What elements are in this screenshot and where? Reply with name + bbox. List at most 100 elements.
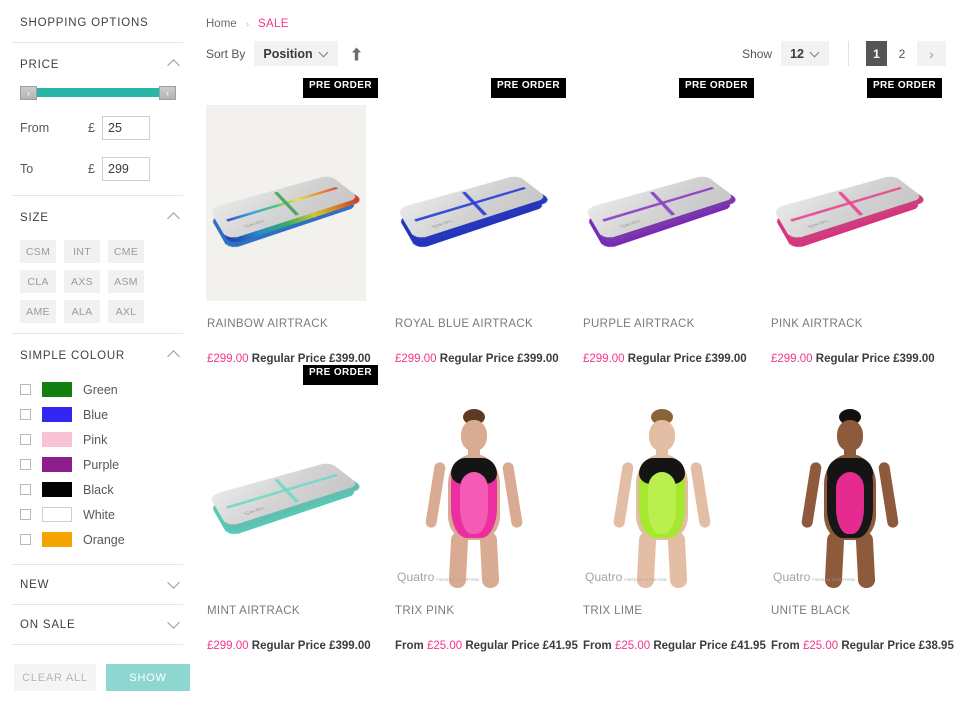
product-card[interactable]: PRE ORDER Quatro ROYAL BLUE AIRTRACK £299.0…	[394, 78, 582, 365]
product-card[interactable]: PRE ORDER Quatro PINK AIRTRACK £299.00 Regu…	[770, 78, 958, 365]
leotard-part	[837, 420, 863, 451]
colour-filter-row[interactable]: Green	[20, 377, 183, 402]
divider	[848, 41, 849, 66]
sale-price: £299.00	[771, 353, 813, 365]
product-name[interactable]: PURPLE AIRTRACK	[583, 318, 770, 330]
price-from-row: From £	[20, 116, 181, 140]
regular-price: Regular Price £41.95	[650, 640, 766, 652]
filter-section-on-sale-header[interactable]: ON SALE	[0, 605, 195, 644]
product-price: £299.00 Regular Price £399.00	[207, 640, 394, 652]
sale-price: £25.00	[802, 640, 839, 652]
colour-checkbox[interactable]	[20, 509, 31, 520]
colour-checkbox[interactable]	[20, 484, 31, 495]
colour-label: Orange	[83, 532, 125, 547]
product-image[interactable]: Quatro FREEDOM TO PERFORM	[394, 392, 554, 589]
product-image[interactable]: Quatro	[206, 392, 366, 588]
sidebar-title: SHOPPING OPTIONS	[20, 17, 149, 29]
product-name[interactable]: TRIX LIME	[583, 605, 770, 617]
sort-direction-button[interactable]	[351, 47, 362, 61]
badge-row: PRE ORDER	[206, 78, 394, 98]
show-per-page-select[interactable]: 12	[781, 41, 829, 66]
leotard-part	[501, 461, 524, 529]
breadcrumb-home-link[interactable]: Home	[206, 18, 237, 30]
price-from-input[interactable]	[102, 116, 150, 140]
product-price: £299.00 Regular Price £399.00	[395, 353, 582, 365]
product-card[interactable]: Quatro FREEDOM TO PERFORM TRIX PINK From £2…	[394, 365, 582, 652]
quatro-watermark: Quatro FREEDOM TO PERFORM	[773, 570, 855, 584]
product-card[interactable]: PRE ORDER Quatro MINT AIRTRACK £299.00 Regu…	[206, 365, 394, 652]
product-name[interactable]: UNITE BLACK	[771, 605, 958, 617]
filter-section-colour-header[interactable]: SIMPLE COLOUR	[0, 334, 195, 376]
size-swatch[interactable]: CLA	[20, 270, 56, 293]
regular-price: Regular Price £41.95	[462, 640, 578, 652]
size-swatch[interactable]: ALA	[64, 300, 100, 323]
price-range-slider[interactable]: › ‹	[20, 86, 176, 100]
product-card[interactable]: PRE ORDER Quatro PURPLE AIRTRACK £299.00 Re…	[582, 78, 770, 365]
product-image[interactable]: Quatro	[206, 105, 366, 301]
colour-filter-row[interactable]: Orange	[20, 527, 183, 552]
next-page-button[interactable]: ›	[917, 41, 946, 66]
badge-row: PRE ORDER	[582, 78, 770, 98]
product-card[interactable]: PRE ORDER Quatro RAINBOW AIRTRACK £299.00 R…	[206, 78, 394, 365]
price-slider-handle-right[interactable]: ‹	[159, 86, 176, 100]
product-name[interactable]: PINK AIRTRACK	[771, 318, 958, 330]
clear-all-button[interactable]: CLEAR ALL	[14, 664, 96, 691]
product-price: £299.00 Regular Price £399.00	[771, 353, 958, 365]
airtrack-illustration: Quatro	[394, 105, 554, 301]
colour-checkbox[interactable]	[20, 459, 31, 470]
leotard-part	[648, 472, 676, 534]
regular-price: Regular Price £399.00	[624, 353, 747, 365]
leotard-photo: Quatro FREEDOM TO PERFORM	[770, 392, 930, 589]
colour-filter-row[interactable]: Blue	[20, 402, 183, 427]
product-name[interactable]: RAINBOW AIRTRACK	[207, 318, 394, 330]
size-swatch[interactable]: AXS	[64, 270, 100, 293]
size-swatch[interactable]: INT	[64, 240, 100, 263]
size-swatch[interactable]: CSM	[20, 240, 56, 263]
colour-filter-row[interactable]: Purple	[20, 452, 183, 477]
product-name[interactable]: TRIX PINK	[395, 605, 582, 617]
shopping-options-sidebar: SHOPPING OPTIONS PRICE › ‹ From £ To £	[0, 0, 195, 710]
quatro-watermark: Quatro FREEDOM TO PERFORM	[397, 570, 479, 584]
colour-checkbox[interactable]	[20, 434, 31, 445]
leotard-part	[649, 420, 675, 451]
colour-filter-row[interactable]: Black	[20, 477, 183, 502]
chevron-up-icon	[168, 349, 181, 362]
product-image[interactable]: Quatro	[770, 105, 930, 301]
filter-section-new-header[interactable]: NEW	[0, 565, 195, 604]
size-swatch[interactable]: ASM	[108, 270, 144, 293]
filter-section-price-header[interactable]: PRICE	[0, 43, 195, 85]
product-card[interactable]: Quatro FREEDOM TO PERFORM TRIX LIME From £2…	[582, 365, 770, 652]
product-image[interactable]: Quatro FREEDOM TO PERFORM	[582, 392, 742, 589]
breadcrumb-separator-icon: ›	[245, 18, 250, 30]
sort-by-select[interactable]: Position	[254, 41, 338, 66]
filter-section-size-header[interactable]: SIZE	[0, 196, 195, 238]
product-name[interactable]: MINT AIRTRACK	[207, 605, 394, 617]
colour-checkbox[interactable]	[20, 409, 31, 420]
product-image[interactable]: Quatro FREEDOM TO PERFORM	[770, 392, 930, 589]
colour-filter-row[interactable]: White	[20, 502, 183, 527]
size-swatch[interactable]: AXL	[108, 300, 144, 323]
page-2-button[interactable]: 2	[892, 41, 912, 66]
colour-label: Pink	[83, 432, 108, 447]
colour-checkbox[interactable]	[20, 384, 31, 395]
show-results-button[interactable]: SHOW	[106, 664, 190, 691]
product-grid: PRE ORDER Quatro RAINBOW AIRTRACK £299.00 R…	[195, 66, 960, 652]
price-to-label: To	[20, 162, 34, 176]
colour-filter-row[interactable]: Pink	[20, 427, 183, 452]
leotard-part	[460, 472, 488, 534]
product-card[interactable]: Quatro FREEDOM TO PERFORM UNITE BLACK From …	[770, 365, 958, 652]
size-swatch[interactable]: CME	[108, 240, 144, 263]
price-slider-handle-left[interactable]: ›	[20, 86, 37, 100]
filter-section-new-label: NEW	[20, 578, 50, 591]
colour-checkbox[interactable]	[20, 534, 31, 545]
listing-toolbar: Sort By Position Show 12 1 2 ›	[195, 30, 960, 66]
price-to-input[interactable]	[102, 157, 150, 181]
colour-filter-list: Green Blue Pink Purple Black White Orange	[0, 376, 195, 564]
product-name[interactable]: ROYAL BLUE AIRTRACK	[395, 318, 582, 330]
product-image[interactable]: Quatro	[394, 105, 554, 301]
product-image[interactable]: Quatro	[582, 105, 742, 301]
size-swatch[interactable]: AME	[20, 300, 56, 323]
page-1-button[interactable]: 1	[866, 41, 887, 66]
sale-price: £299.00	[207, 353, 249, 365]
colour-swatch	[42, 382, 72, 397]
